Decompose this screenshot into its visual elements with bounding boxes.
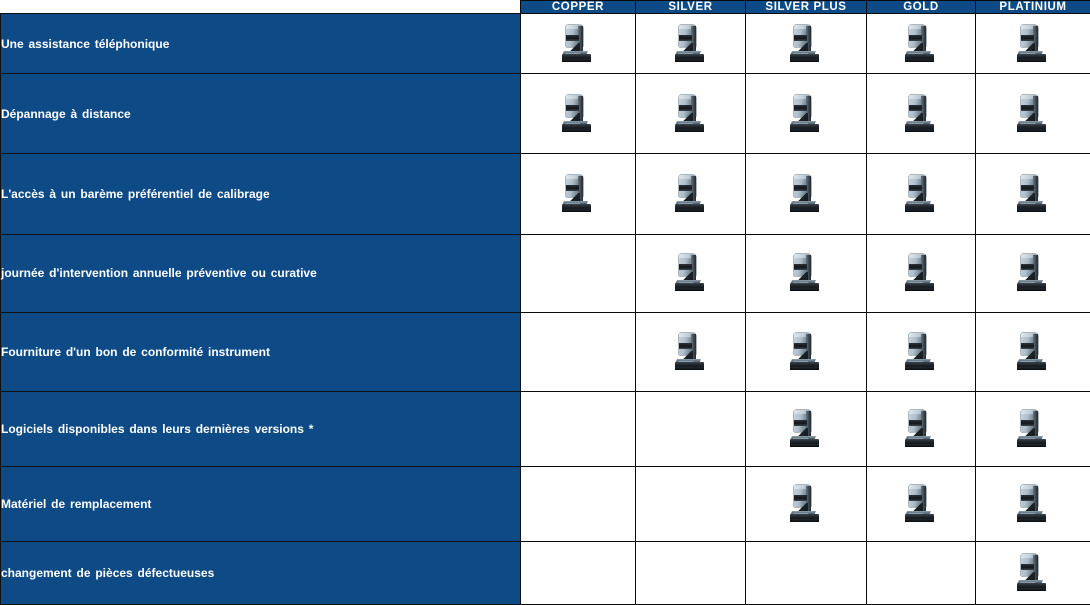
cell-silver — [635, 541, 746, 605]
cell-gold — [866, 466, 976, 543]
cell-platinium — [975, 541, 1090, 605]
cell-silver-plus — [745, 73, 867, 155]
feature-label-cell: Logiciels disponibles dans leurs dernièr… — [0, 390, 521, 468]
measuring-instrument-icon — [789, 409, 823, 449]
feature-label-cell: journée d'intervention annuelle préventi… — [0, 233, 521, 314]
cell-silver — [635, 73, 746, 155]
measuring-instrument-icon — [904, 484, 938, 524]
cell-gold — [866, 233, 976, 314]
table-row: journée d'intervention annuelle préventi… — [0, 233, 1090, 314]
measuring-instrument-icon — [789, 253, 823, 293]
service-plan-comparison-table: COPPER SILVER SILVER PLUS GOLD PLATINIUM… — [0, 0, 1090, 605]
cell-silver-plus — [745, 12, 867, 75]
cell-platinium — [975, 466, 1090, 543]
cell-platinium — [975, 312, 1090, 392]
cell-silver-plus — [745, 153, 867, 235]
measuring-instrument-icon — [904, 409, 938, 449]
measuring-instrument-icon — [1016, 24, 1050, 64]
measuring-instrument-icon — [789, 24, 823, 64]
measuring-instrument-icon — [1016, 553, 1050, 593]
cell-platinium — [975, 233, 1090, 314]
cell-silver — [635, 312, 746, 392]
measuring-instrument-icon — [1016, 174, 1050, 214]
tier-header-gold: GOLD — [866, 0, 976, 14]
tier-header-silver: SILVER — [635, 0, 746, 14]
table-body: Une assistance téléphonique Dépannage à d… — [0, 12, 1090, 605]
cell-platinium — [975, 73, 1090, 155]
feature-label-cell: Fourniture d'un bon de conformité instru… — [0, 312, 521, 392]
cell-copper — [520, 541, 636, 605]
cell-platinium — [975, 390, 1090, 468]
measuring-instrument-icon — [561, 174, 595, 214]
plan-table: COPPER SILVER SILVER PLUS GOLD PLATINIUM… — [0, 0, 1090, 605]
cell-silver-plus — [745, 312, 867, 392]
feature-label-cell: Matériel de remplacement — [0, 466, 521, 543]
cell-silver — [635, 466, 746, 543]
table-header: COPPER SILVER SILVER PLUS GOLD PLATINIUM — [0, 0, 1090, 14]
cell-silver-plus — [745, 541, 867, 605]
cell-gold — [866, 312, 976, 392]
table-row: L'accès à un barème préférentiel de cali… — [0, 153, 1090, 235]
measuring-instrument-icon — [1016, 484, 1050, 524]
measuring-instrument-icon — [561, 24, 595, 64]
feature-label-cell: Une assistance téléphonique — [0, 12, 521, 75]
measuring-instrument-icon — [789, 174, 823, 214]
table-row: Une assistance téléphonique — [0, 12, 1090, 75]
tier-header-silver-plus: SILVER PLUS — [745, 0, 867, 14]
table-row: Dépannage à distance — [0, 73, 1090, 155]
table-row: Fourniture d'un bon de conformité instru… — [0, 312, 1090, 392]
measuring-instrument-icon — [674, 253, 708, 293]
cell-silver — [635, 153, 746, 235]
cell-silver — [635, 390, 746, 468]
cell-gold — [866, 390, 976, 468]
feature-label-cell: changement de pièces défectueuses — [0, 541, 521, 605]
cell-copper — [520, 153, 636, 235]
measuring-instrument-icon — [904, 332, 938, 372]
measuring-instrument-icon — [789, 94, 823, 134]
cell-copper — [520, 466, 636, 543]
cell-copper — [520, 312, 636, 392]
measuring-instrument-icon — [1016, 409, 1050, 449]
table-row: Matériel de remplacement — [0, 466, 1090, 543]
measuring-instrument-icon — [561, 94, 595, 134]
cell-copper — [520, 233, 636, 314]
header-row: COPPER SILVER SILVER PLUS GOLD PLATINIUM — [0, 0, 1090, 14]
cell-gold — [866, 73, 976, 155]
feature-label-cell: Dépannage à distance — [0, 73, 521, 155]
cell-silver — [635, 12, 746, 75]
measuring-instrument-icon — [904, 253, 938, 293]
cell-platinium — [975, 153, 1090, 235]
measuring-instrument-icon — [674, 332, 708, 372]
measuring-instrument-icon — [674, 94, 708, 134]
table-row: Logiciels disponibles dans leurs dernièr… — [0, 390, 1090, 468]
measuring-instrument-icon — [904, 94, 938, 134]
cell-gold — [866, 153, 976, 235]
cell-silver-plus — [745, 466, 867, 543]
measuring-instrument-icon — [789, 332, 823, 372]
cell-copper — [520, 390, 636, 468]
tier-header-copper: COPPER — [520, 0, 636, 14]
table-row: changement de pièces défectueuses — [0, 541, 1090, 605]
cell-silver — [635, 233, 746, 314]
cell-copper — [520, 12, 636, 75]
measuring-instrument-icon — [904, 24, 938, 64]
measuring-instrument-icon — [1016, 253, 1050, 293]
measuring-instrument-icon — [674, 24, 708, 64]
cell-silver-plus — [745, 390, 867, 468]
cell-platinium — [975, 12, 1090, 75]
measuring-instrument-icon — [1016, 94, 1050, 134]
feature-label-cell: L'accès à un barème préférentiel de cali… — [0, 153, 521, 235]
tier-header-platinium: PLATINIUM — [975, 0, 1090, 14]
measuring-instrument-icon — [1016, 332, 1050, 372]
corner-cell — [0, 0, 521, 14]
cell-silver-plus — [745, 233, 867, 314]
cell-gold — [866, 12, 976, 75]
measuring-instrument-icon — [674, 174, 708, 214]
cell-gold — [866, 541, 976, 605]
measuring-instrument-icon — [904, 174, 938, 214]
measuring-instrument-icon — [789, 484, 823, 524]
cell-copper — [520, 73, 636, 155]
